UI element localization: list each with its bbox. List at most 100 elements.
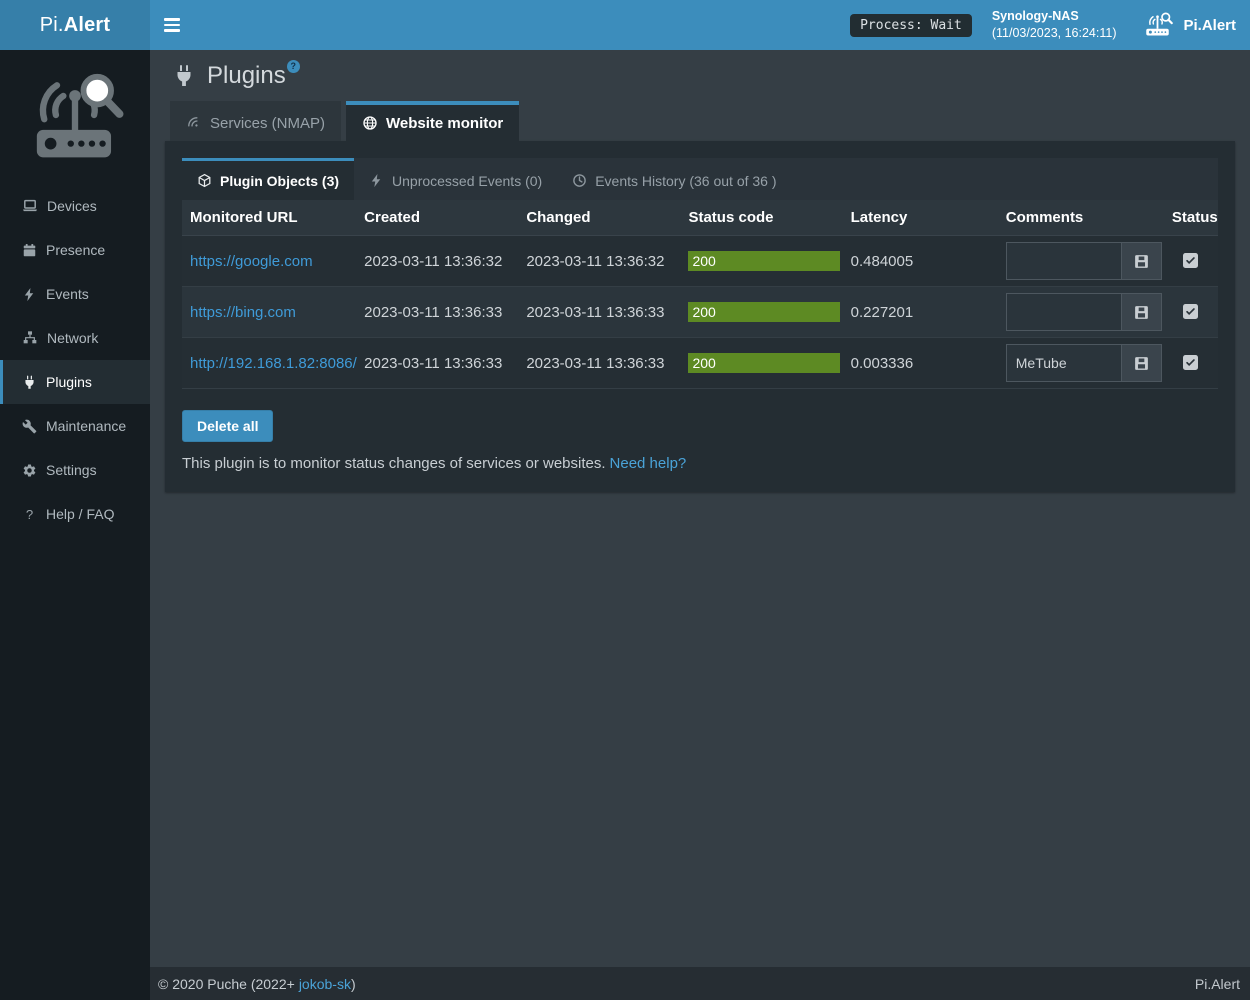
signal-icon [186,115,202,131]
copyright-text: © 2020 Puche (2022+ [158,976,295,992]
floppy-save-icon [1133,355,1150,372]
laptop-icon [22,198,38,214]
description-text: This plugin is to monitor status changes… [182,455,606,472]
sidebar-item-presence[interactable]: Presence [0,228,150,272]
bolt-icon [369,173,384,188]
tab-website-monitor[interactable]: Website monitor [346,101,519,141]
comment-input[interactable] [1006,242,1122,280]
comment-input-group [1006,344,1162,382]
header-brand-label: Pi.Alert [1183,17,1236,34]
wrench-icon [22,419,37,434]
clock-icon [572,173,587,188]
host-name: Synology-NAS [992,8,1117,25]
app-logo-text: Pi.Alert [40,14,111,37]
bolt-icon [22,287,37,302]
sidebar-item-label: Presence [46,242,105,258]
table-header-row: Monitored URL Created Changed Status cod… [182,200,1218,236]
copyright-close: ) [351,976,356,992]
main-footer: © 2020 Puche (2022+ jokob-sk ) Pi.Alert [150,967,1250,1000]
sidebar-item-label: Network [47,330,98,346]
main-header: Pi.Alert Process: Wait Synology-NAS (11/… [0,0,1250,50]
delete-all-button[interactable]: Delete all [182,410,273,442]
jokob-sk-link[interactable]: jokob-sk [299,976,351,992]
created-cell: 2023-03-11 13:36:33 [356,338,518,389]
changed-cell: 2023-03-11 13:36:32 [518,236,680,287]
check-icon [1185,255,1196,266]
created-cell: 2023-03-11 13:36:32 [356,236,518,287]
status-code-bar: 200 [688,353,840,373]
col-changed: Changed [518,200,680,236]
comment-input[interactable] [1006,344,1122,382]
sidebar-item-network[interactable]: Network [0,316,150,360]
app-logo[interactable]: Pi.Alert [0,0,150,50]
changed-cell: 2023-03-11 13:36:33 [518,338,680,389]
tab-label: Unprocessed Events (0) [392,173,542,189]
latency-cell: 0.484005 [843,236,998,287]
col-status-code: Status code [680,200,842,236]
need-help-link[interactable]: Need help? [610,455,687,472]
website-monitor-panel: Plugin Objects (3) Unprocessed Events (0… [165,141,1235,492]
status-checkbox[interactable] [1183,253,1198,268]
network-icon [22,330,38,346]
calendar-icon [22,243,37,258]
router-scan-icon [1144,12,1174,38]
status-checkbox[interactable] [1183,355,1198,370]
save-comment-button[interactable] [1122,344,1162,382]
tab-events-history[interactable]: Events History (36 out of 36 ) [557,158,791,200]
host-info: Synology-NAS (11/03/2023, 16:24:11) [992,8,1117,42]
check-icon [1185,306,1196,317]
monitored-urls-table: Monitored URL Created Changed Status cod… [182,200,1218,389]
plug-icon [172,64,196,88]
sidebar-item-label: Devices [47,198,97,214]
sidebar-item-devices[interactable]: Devices [0,184,150,228]
sidebar-item-label: Maintenance [46,418,126,434]
question-icon [22,507,37,522]
host-timestamp: (11/03/2023, 16:24:11) [992,25,1117,42]
status-checkbox[interactable] [1183,304,1198,319]
floppy-save-icon [1133,304,1150,321]
top-navbar: Process: Wait Synology-NAS (11/03/2023, … [150,0,1250,50]
router-scan-logo-icon [22,62,128,168]
col-latency: Latency [843,200,998,236]
sidebar-item-events[interactable]: Events [0,272,150,316]
content-area: Plugins ? Services (NMAP) Website monito… [150,50,1250,967]
comment-input[interactable] [1006,293,1122,331]
sidebar-item-label: Plugins [46,374,92,390]
sidebar-item-maintenance[interactable]: Maintenance [0,404,150,448]
plug-icon [22,375,37,390]
save-comment-button[interactable] [1122,242,1162,280]
created-cell: 2023-03-11 13:36:33 [356,287,518,338]
process-status-badge: Process: Wait [850,14,972,37]
sidebar-item-settings[interactable]: Settings [0,448,150,492]
table-row: https://google.com 2023-03-11 13:36:32 2… [182,236,1218,287]
tab-label: Events History (36 out of 36 ) [595,173,776,189]
monitored-url-link[interactable]: https://bing.com [190,304,296,321]
tab-unprocessed-events[interactable]: Unprocessed Events (0) [354,158,557,200]
sidebar-item-help-faq[interactable]: Help / FAQ [0,492,150,536]
sidebar-logo [0,50,150,184]
tab-label: Website monitor [386,115,503,132]
save-comment-button[interactable] [1122,293,1162,331]
plugin-tabs: Services (NMAP) Website monitor [150,101,1250,141]
latency-cell: 0.227201 [843,287,998,338]
cube-icon [197,173,212,188]
comment-input-group [1006,293,1162,331]
help-badge[interactable]: ? [287,60,300,73]
tab-label: Services (NMAP) [210,115,325,132]
tab-plugin-objects[interactable]: Plugin Objects (3) [182,158,354,200]
sidebar-item-label: Events [46,286,89,302]
col-status: Status [1164,200,1218,236]
monitored-url-link[interactable]: https://google.com [190,253,313,270]
hamburger-menu-icon[interactable] [150,0,194,50]
monitored-url-link[interactable]: http://192.168.1.82:8086/ [190,355,357,372]
header-brand-link[interactable]: Pi.Alert [1144,12,1236,38]
floppy-save-icon [1133,253,1150,270]
tab-services-nmap[interactable]: Services (NMAP) [170,101,341,141]
gear-icon [22,463,37,478]
object-tabs: Plugin Objects (3) Unprocessed Events (0… [182,158,1218,200]
status-code-bar: 200 [688,251,840,271]
page-title: Plugins [207,62,286,90]
table-row: https://bing.com 2023-03-11 13:36:33 202… [182,287,1218,338]
sidebar-item-plugins[interactable]: Plugins [0,360,150,404]
plugin-description: This plugin is to monitor status changes… [182,455,1218,472]
